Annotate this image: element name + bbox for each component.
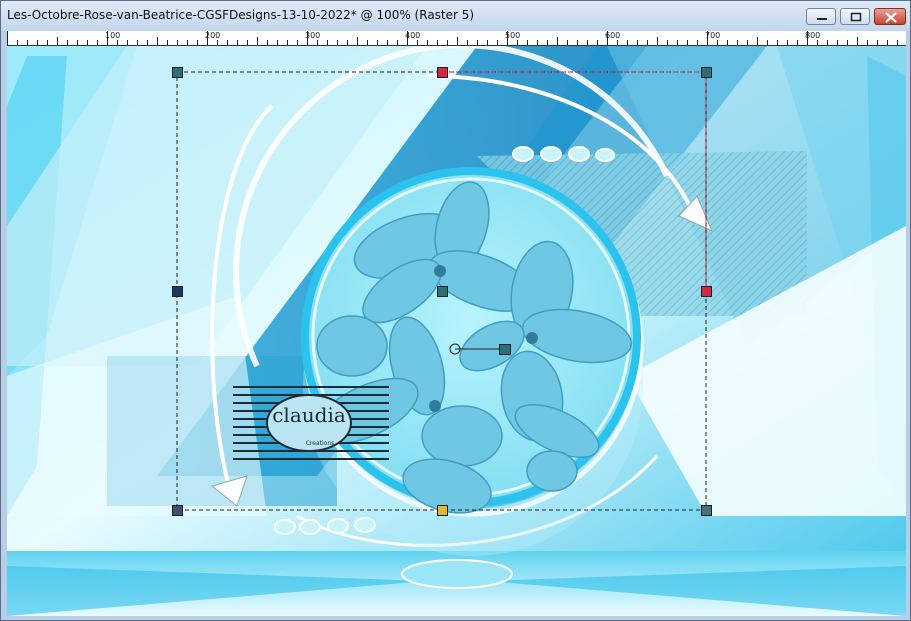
app-window: Les-Octobre-Rose-van-Beatrice-CGSFDesign… bbox=[0, 0, 911, 621]
close-icon bbox=[885, 12, 897, 23]
handle-bottom-left[interactable] bbox=[172, 505, 183, 516]
ruler-label: 100 bbox=[105, 31, 121, 40]
ruler-label: 300 bbox=[305, 31, 321, 40]
artwork: claudia Creations bbox=[7, 46, 906, 616]
window-title: Les-Octobre-Rose-van-Beatrice-CGSFDesign… bbox=[7, 8, 475, 22]
close-button[interactable] bbox=[874, 8, 906, 25]
ruler-label: 500 bbox=[505, 31, 521, 40]
floor-reflection bbox=[401, 559, 513, 589]
watermark-text: claudia bbox=[272, 403, 346, 427]
handle-middle-right[interactable] bbox=[701, 286, 712, 297]
maximize-button[interactable] bbox=[840, 8, 870, 25]
ruler-label: 200 bbox=[205, 31, 221, 40]
handle-bottom-right[interactable] bbox=[701, 505, 712, 516]
handle-top-left[interactable] bbox=[172, 67, 183, 78]
handle-top-center[interactable] bbox=[437, 67, 448, 78]
ruler-label: 400 bbox=[405, 31, 421, 40]
watermark-subtext: Creations bbox=[306, 440, 335, 447]
maximize-icon bbox=[850, 12, 862, 22]
handle-top-right[interactable] bbox=[701, 67, 712, 78]
ruler-label: 800 bbox=[805, 31, 821, 40]
horizontal-ruler[interactable]: 100 200 300 400 500 600 700 800 bbox=[7, 31, 906, 46]
minimize-button[interactable] bbox=[806, 8, 836, 25]
handle-middle-left[interactable] bbox=[172, 286, 183, 297]
handle-center[interactable] bbox=[437, 286, 448, 297]
minimize-icon bbox=[817, 18, 827, 20]
rotation-handle-icon[interactable] bbox=[499, 344, 511, 355]
title-bar[interactable]: Les-Octobre-Rose-van-Beatrice-CGSFDesign… bbox=[1, 1, 910, 31]
image-canvas[interactable]: claudia Creations bbox=[7, 46, 906, 616]
ruler-ticks bbox=[7, 31, 898, 45]
ruler-label: 700 bbox=[705, 31, 721, 40]
ruler-label: 600 bbox=[605, 31, 621, 40]
handle-bottom-center[interactable] bbox=[437, 505, 448, 516]
